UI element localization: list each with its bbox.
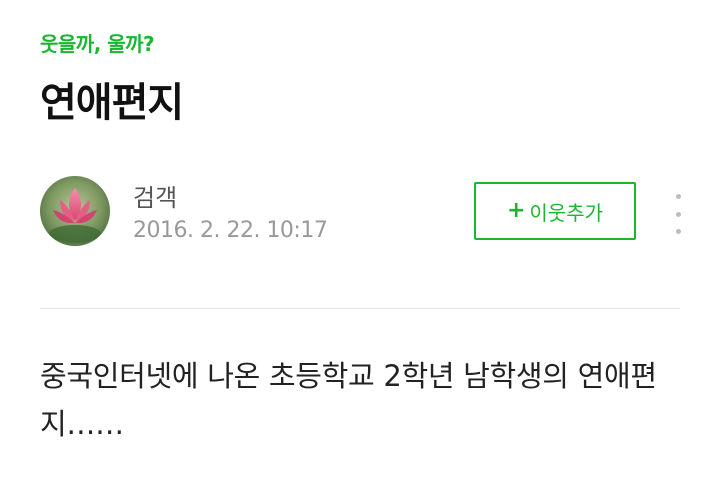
add-neighbor-label: 이웃추가 <box>529 200 604 225</box>
vertical-ellipsis-icon-dot <box>675 229 681 234</box>
vertical-ellipsis-icon-dot <box>675 211 681 217</box>
author-name[interactable]: 검객 <box>133 178 177 213</box>
post-date: 2016. 2. 22. 10:17 <box>133 218 328 243</box>
post-title: 연애편지 <box>40 80 184 126</box>
vertical-ellipsis-icon <box>675 194 681 199</box>
plus-icon: + <box>506 198 526 223</box>
header-divider <box>40 308 680 309</box>
lotus-flower-icon <box>40 176 110 246</box>
add-neighbor-button[interactable]: + 이웃추가 <box>474 182 636 240</box>
author-avatar[interactable] <box>40 176 110 246</box>
more-options-button[interactable] <box>666 194 690 234</box>
post-body-text: 중국인터넷에 나온 초등학교 2학년 남학생의 연애편지…… <box>40 359 657 441</box>
category-link[interactable]: 웃을까, 울까? <box>40 28 155 57</box>
